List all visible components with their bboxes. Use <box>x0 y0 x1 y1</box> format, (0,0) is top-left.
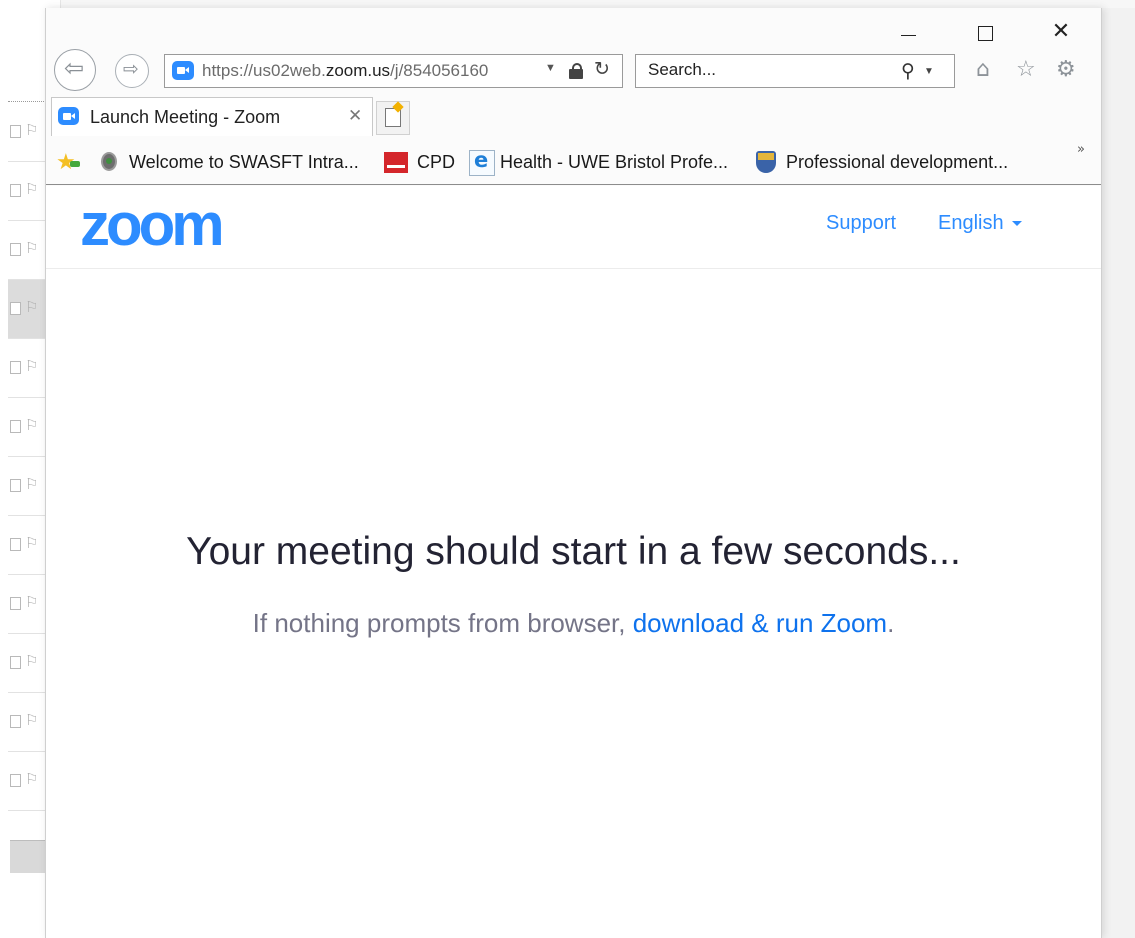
launch-hint: If nothing prompts from browser, downloa… <box>46 608 1101 639</box>
search-box[interactable]: ⚲ ▼ <box>635 54 955 88</box>
url-domain: zoom.us <box>325 61 391 80</box>
browser-chrome: ✕ ⇦ ⇨ https://us02web.zoom.us/j/85405616… <box>46 8 1101 186</box>
checkbox-icon[interactable] <box>10 420 21 433</box>
zoom-header: zoom Support English <box>46 186 1101 269</box>
checkbox-icon[interactable] <box>10 302 21 315</box>
forward-button[interactable]: ⇨ <box>115 54 149 88</box>
minimize-button[interactable] <box>886 18 930 46</box>
zoom-favicon-icon <box>58 107 79 125</box>
search-icon[interactable]: ⚲ <box>901 60 915 82</box>
list-item[interactable]: ⚐ <box>8 280 48 339</box>
flag-icon[interactable]: ⚐ <box>25 239 38 257</box>
language-selector[interactable]: English <box>938 212 1022 235</box>
divider <box>8 101 48 102</box>
chevron-down-icon <box>1011 221 1022 227</box>
favorite-swasft[interactable]: Welcome to SWASFT Intra... <box>101 150 373 176</box>
address-dropdown-icon[interactable]: ▼ <box>545 62 556 74</box>
flag-icon[interactable]: ⚐ <box>25 121 38 139</box>
search-dropdown-icon[interactable]: ▼ <box>924 66 934 77</box>
checkbox-icon[interactable] <box>10 656 21 669</box>
back-arrow-icon: ⇦ <box>64 54 85 82</box>
zoom-logo[interactable]: zoom <box>80 190 225 259</box>
checkbox-icon[interactable] <box>10 538 21 551</box>
favorite-label: Welcome to SWASFT Intra... <box>129 152 359 172</box>
hint-suffix: . <box>887 608 895 638</box>
tab-close-icon[interactable]: ✕ <box>348 106 362 126</box>
checkbox-icon[interactable] <box>10 774 21 787</box>
list-item[interactable]: ⚐ <box>8 752 48 811</box>
url-scheme: https:// <box>202 61 254 80</box>
star-icon[interactable]: ☆ <box>1016 57 1036 82</box>
favorite-label: CPD <box>417 152 456 172</box>
list-item[interactable]: ⚐ <box>8 103 48 162</box>
refresh-icon[interactable]: ↻ <box>594 58 610 80</box>
favorite-label: Professional development... <box>786 152 1009 172</box>
flag-icon[interactable]: ⚐ <box>25 298 38 316</box>
forward-arrow-icon: ⇨ <box>123 58 139 80</box>
support-link[interactable]: Support <box>826 212 896 235</box>
list-item[interactable]: ⚐ <box>8 162 48 221</box>
search-input[interactable] <box>636 55 888 85</box>
flag-icon[interactable]: ⚐ <box>25 475 38 493</box>
checkbox-icon[interactable] <box>10 243 21 256</box>
list-item[interactable]: ⚐ <box>8 634 48 693</box>
checkbox-icon[interactable] <box>10 479 21 492</box>
close-window-button[interactable]: ✕ <box>1039 18 1083 46</box>
swasft-badge-icon <box>101 152 117 171</box>
flag-icon[interactable]: ⚐ <box>25 652 38 670</box>
new-tab-button[interactable] <box>376 101 410 135</box>
list-item[interactable]: ⚐ <box>8 339 48 398</box>
flag-icon[interactable]: ⚐ <box>25 180 38 198</box>
tab-title: Launch Meeting - Zoom <box>90 107 281 127</box>
list-item[interactable]: ⚐ <box>8 221 48 280</box>
flag-icon[interactable]: ⚐ <box>25 357 38 375</box>
url-path: /j/854056160 <box>390 61 489 80</box>
favorites-bar: ★ Welcome to SWASFT Intra... CPD Health … <box>46 139 1101 185</box>
download-run-zoom-link[interactable]: download & run Zoom <box>633 608 887 638</box>
background-status-bar <box>10 840 46 873</box>
list-item[interactable]: ⚐ <box>8 693 48 752</box>
flag-icon[interactable]: ⚐ <box>25 593 38 611</box>
back-button[interactable]: ⇦ <box>54 49 96 91</box>
list-item[interactable]: ⚐ <box>8 398 48 457</box>
gear-icon[interactable]: ⚙ <box>1056 57 1076 82</box>
maximize-button[interactable] <box>963 18 1007 46</box>
checkbox-icon[interactable] <box>10 184 21 197</box>
favorite-uwe-health[interactable]: Health - UWE Bristol Profe... <box>469 148 755 176</box>
favorite-professional-development[interactable]: Professional development... <box>756 150 1031 176</box>
uwe-icon <box>384 152 408 173</box>
favorites-add-icon <box>70 161 80 167</box>
list-item[interactable]: ⚐ <box>8 516 48 575</box>
list-item[interactable]: ⚐ <box>8 575 48 634</box>
checkbox-icon[interactable] <box>10 597 21 610</box>
zoom-favicon-icon <box>172 61 194 80</box>
hint-text: If nothing prompts from browser, <box>252 608 633 638</box>
background-app-top <box>0 0 1135 8</box>
shield-icon <box>756 151 776 173</box>
checkbox-icon[interactable] <box>10 715 21 728</box>
browser-window: ✕ ⇦ ⇨ https://us02web.zoom.us/j/85405616… <box>45 8 1102 938</box>
home-icon[interactable]: ⌂ <box>976 57 990 82</box>
flag-icon[interactable]: ⚐ <box>25 534 38 552</box>
lock-icon[interactable] <box>569 63 583 79</box>
flag-icon[interactable]: ⚐ <box>25 711 38 729</box>
flag-icon[interactable]: ⚐ <box>25 416 38 434</box>
language-label: English <box>938 212 1004 234</box>
flag-icon[interactable]: ⚐ <box>25 770 38 788</box>
url-text[interactable]: https://us02web.zoom.us/j/854056160 <box>202 61 488 81</box>
checkbox-icon[interactable] <box>10 361 21 374</box>
favorite-cpd[interactable]: CPD <box>384 150 459 176</box>
ie-page-icon <box>469 148 495 176</box>
checkbox-icon[interactable] <box>10 125 21 138</box>
url-subdomain: us02web. <box>253 61 326 80</box>
tab-launch-meeting[interactable]: Launch Meeting - Zoom ✕ <box>51 97 373 136</box>
page-title: Your meeting should start in a few secon… <box>186 530 961 573</box>
list-item[interactable]: ⚐ <box>8 457 48 516</box>
address-bar[interactable]: https://us02web.zoom.us/j/854056160 ▼ ↻ <box>164 54 623 88</box>
chevron-more-icon[interactable]: » <box>1077 142 1085 157</box>
favorite-label: Health - UWE Bristol Profe... <box>500 152 729 172</box>
